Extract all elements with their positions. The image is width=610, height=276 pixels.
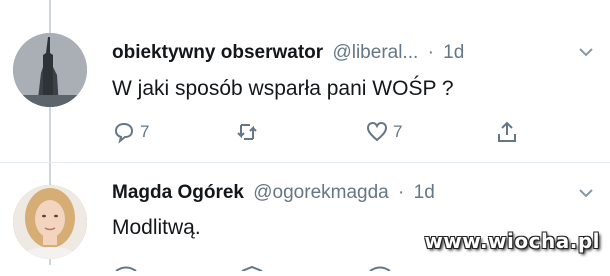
tweet-text: Modlitwą. (112, 216, 201, 239)
reply-icon (114, 122, 134, 144)
retweet-icon (237, 124, 257, 140)
like-count: 7 (393, 122, 403, 141)
chevron-down-icon[interactable] (578, 185, 594, 206)
avatar[interactable] (13, 33, 87, 107)
tweet-1[interactable]: obiektywny obserwator @liberal... · 1d W… (0, 0, 610, 160)
reply-count: 7 (140, 122, 150, 141)
tweet-actions: 7 7 (112, 120, 532, 146)
display-name[interactable]: Magda Ogórek (112, 182, 244, 203)
avatar[interactable] (13, 185, 87, 259)
display-name[interactable]: obiektywny obserwator (112, 42, 323, 63)
handle[interactable]: @ogorekmagda (253, 182, 388, 203)
handle[interactable]: @liberal... (332, 42, 418, 63)
retweet-button[interactable] (235, 120, 263, 144)
like-button[interactable]: 7 (365, 120, 402, 144)
separator-dot: · (427, 42, 434, 63)
avatar-portrait-image (13, 185, 87, 259)
watermark: www.wiocha.pl (424, 229, 600, 253)
share-button[interactable] (495, 120, 523, 144)
tweet-actions-cutoff (112, 258, 532, 272)
timestamp[interactable]: 1d (443, 42, 464, 63)
heart-icon (366, 121, 388, 142)
chevron-down-icon[interactable] (578, 44, 594, 65)
reply-button[interactable]: 7 (112, 120, 149, 144)
timestamp[interactable]: 1d (414, 182, 435, 203)
tweet-header: obiektywny obserwator @liberal... · 1d (112, 42, 464, 64)
tweet-text: W jaki sposób wsparła pani WOŚP ? (112, 77, 454, 100)
separator-dot: · (398, 182, 405, 203)
avatar-tower-image (13, 33, 87, 107)
tweet-header: Magda Ogórek @ogorekmagda · 1d (112, 182, 435, 204)
share-icon (498, 121, 516, 142)
